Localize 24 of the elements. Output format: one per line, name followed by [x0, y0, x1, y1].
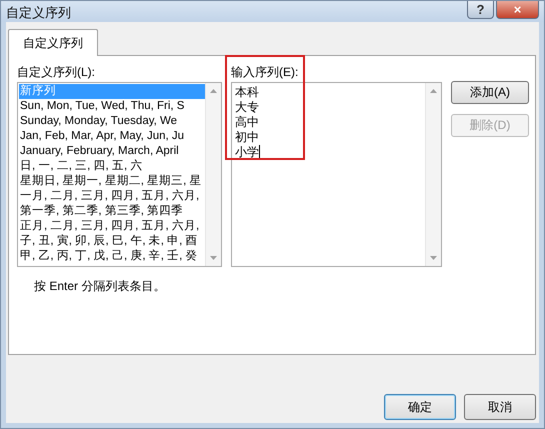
list-item[interactable]: 正月, 二月, 三月, 四月, 五月, 六月,	[19, 219, 205, 234]
list-item[interactable]: Sun, Mon, Tue, Wed, Thu, Fri, S	[19, 99, 205, 114]
list-item[interactable]: 甲, 乙, 丙, 丁, 戊, 己, 庚, 辛, 壬, 癸	[19, 249, 205, 264]
list-item[interactable]: 子, 丑, 寅, 卯, 辰, 巳, 午, 未, 申, 酉	[19, 234, 205, 249]
tab[interactable]: 自定义序列	[8, 29, 98, 56]
list-label: 自定义序列(L):	[17, 65, 96, 80]
scrollbar[interactable]	[205, 83, 221, 266]
hint-text: 按 Enter 分隔列表条目。	[34, 278, 166, 295]
side-button[interactable]: 添加(A)	[451, 81, 529, 104]
list-item[interactable]: 日, 一, 二, 三, 四, 五, 六	[19, 159, 205, 174]
entries-label: 输入序列(E):	[231, 65, 300, 80]
list-item[interactable]: 星期日, 星期一, 星期二, 星期三, 星	[19, 174, 205, 189]
list-item[interactable]: Jan, Feb, Mar, Apr, May, Jun, Ju	[19, 129, 205, 144]
list-item[interactable]: January, February, March, April	[19, 144, 205, 159]
list-item[interactable]: Sunday, Monday, Tuesday, We	[19, 114, 205, 129]
dialog-button[interactable]: 取消	[464, 394, 536, 420]
list-item[interactable]: 第一季, 第二季, 第三季, 第四季	[19, 204, 205, 219]
scroll-down-icon[interactable]	[210, 256, 217, 260]
window-title: 自定义序列	[6, 4, 71, 22]
dialog-button[interactable]: 确定	[384, 394, 456, 420]
help-button[interactable]: ?	[467, 1, 494, 19]
list-box[interactable]	[17, 82, 222, 267]
list-item[interactable]: 一月, 二月, 三月, 四月, 五月, 六月,	[19, 189, 205, 204]
scroll-up-icon[interactable]	[210, 89, 217, 93]
